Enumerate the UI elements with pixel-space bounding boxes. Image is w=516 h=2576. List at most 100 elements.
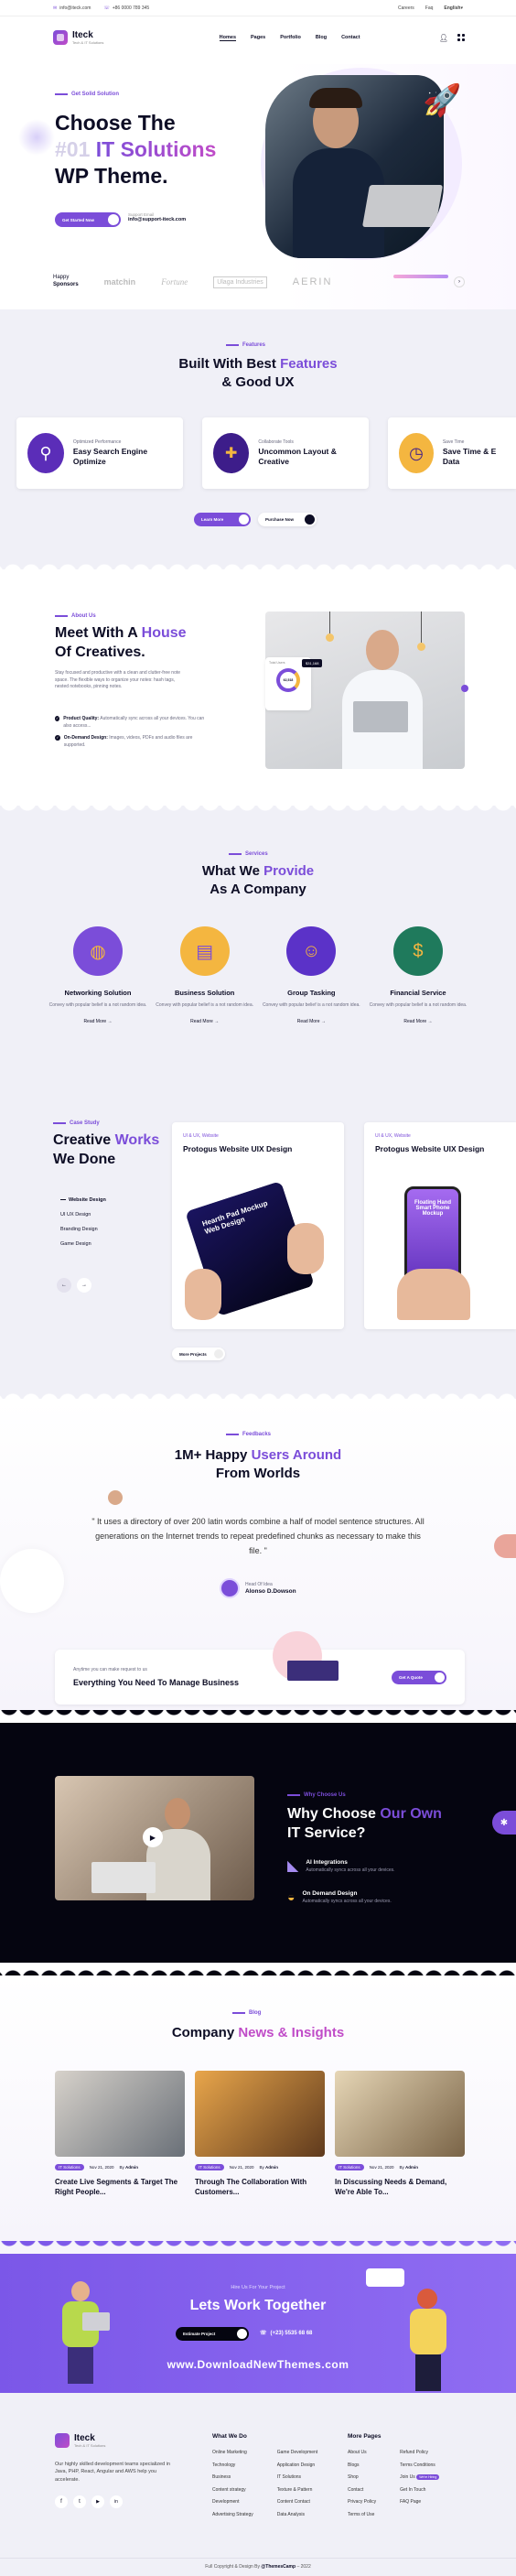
footer-link[interactable]: Online Marketing — [212, 2447, 253, 2460]
read-more-link[interactable]: Read More → — [368, 1019, 468, 1024]
footer-brand[interactable]: Iteck — [74, 2433, 105, 2443]
footer-link[interactable]: Game Development — [277, 2447, 317, 2460]
footer-link[interactable]: Terms of Use — [348, 2509, 376, 2522]
footer-link[interactable]: Blogs — [348, 2460, 376, 2473]
read-more-link[interactable]: Read More → — [155, 1019, 255, 1024]
case-card[interactable]: UI & UX, Website Protogus Website UIX De… — [364, 1122, 516, 1329]
copyright-link[interactable]: @ThemesCamp — [261, 2564, 296, 2570]
footer-link[interactable]: Advertising Strategy — [212, 2509, 253, 2522]
nav-pages[interactable]: Pages — [251, 35, 265, 41]
blog-card[interactable]: IT Solutions Nov 21, 2020 By Admin In Dis… — [335, 2071, 465, 2198]
language-select[interactable]: English — [444, 5, 460, 11]
blog-card[interactable]: IT Solutions Nov 21, 2020 By Admin Create… — [55, 2071, 185, 2198]
rocket-icon: 🚀 — [423, 83, 462, 118]
blog-post-title[interactable]: In Discussing Needs & Demand, We're Able… — [335, 2178, 465, 2198]
footer-link[interactable]: Join Us — [400, 2474, 415, 2480]
sponsor-logo[interactable]: AERIN — [293, 276, 333, 287]
play-icon[interactable]: ▶ — [143, 1827, 163, 1847]
prev-arrow-icon[interactable]: ← — [57, 1278, 71, 1293]
sponsor-logo[interactable]: Ulaga Industries — [213, 276, 267, 288]
logo-icon[interactable] — [53, 30, 68, 45]
feature-card[interactable]: ◷ Save Time Save Time & E Data — [388, 417, 516, 489]
more-projects-button[interactable]: More Projects — [172, 1348, 225, 1360]
search-icon: ⚲ — [27, 433, 64, 473]
support-email[interactable]: info@support-iteck.com — [128, 217, 186, 222]
footer-link[interactable]: Development — [212, 2496, 253, 2509]
check-icon: ✓ — [55, 735, 60, 741]
category-badge[interactable]: IT Solutions — [195, 2164, 224, 2170]
youtube-icon[interactable]: ▶ — [91, 2495, 104, 2508]
footer-link[interactable]: About Us — [348, 2447, 376, 2460]
footer-link[interactable]: Terms Conditions — [400, 2460, 439, 2473]
category-branding-design[interactable]: Branding Design — [60, 1223, 106, 1238]
sponsor-logo[interactable]: matchin — [104, 277, 136, 287]
service-card[interactable]: ☺ Group Tasking Convey with popular beli… — [261, 926, 361, 1024]
category-uiux-design[interactable]: UI UX Design — [60, 1208, 106, 1223]
nav-contact[interactable]: Contact — [341, 35, 360, 41]
learn-more-button[interactable]: Learn More — [194, 513, 251, 526]
linkedin-icon[interactable]: in — [110, 2495, 123, 2508]
brand-tagline: Tech & IT Solutions — [72, 40, 104, 45]
blog-post-title[interactable]: Through The Collaboration With Customers… — [195, 2178, 325, 2198]
footer-link[interactable]: Shop — [348, 2472, 376, 2484]
category-game-design[interactable]: Game Design — [60, 1238, 106, 1252]
footer-link[interactable]: Data Analysis — [277, 2509, 317, 2522]
footer-link[interactable]: Content strategy — [212, 2484, 253, 2497]
sponsors: Happy Sponsors matchin Fortune Ulaga Ind… — [53, 264, 465, 300]
brand-name[interactable]: Iteck — [72, 30, 103, 40]
estimate-project-button[interactable]: Estimate Project — [176, 2327, 249, 2341]
category-badge[interactable]: IT Solutions — [335, 2164, 364, 2170]
footer-link[interactable]: Technology — [212, 2460, 253, 2473]
footer-link[interactable]: Business — [212, 2472, 253, 2484]
facebook-icon[interactable]: f — [55, 2495, 68, 2508]
nav-homes[interactable]: Homes — [219, 35, 237, 41]
sponsor-logo[interactable]: Fortune — [161, 277, 188, 287]
next-arrow-icon[interactable]: › — [454, 276, 465, 287]
footer-link[interactable]: Get In Touch — [400, 2484, 439, 2497]
category-website-design[interactable]: Website Design — [60, 1194, 106, 1208]
top-link-careers[interactable]: Careers — [398, 5, 414, 11]
top-link-faq[interactable]: Faq — [425, 5, 434, 11]
person-illustration — [403, 2289, 457, 2391]
services-section: Services What We Provide As A Company ◍ … — [0, 818, 516, 1084]
features-section: Features Built With Best Features & Good… — [0, 309, 516, 557]
top-email[interactable]: info@iteck.com — [59, 5, 91, 11]
footer-link[interactable]: Contact — [348, 2484, 376, 2497]
twitter-icon[interactable]: t — [73, 2495, 86, 2508]
feature-card[interactable]: ✚ Collaborate Tools Uncommon Layout & Cre… — [202, 417, 369, 489]
get-started-button[interactable]: Get Started Now — [55, 212, 121, 227]
footer-link[interactable]: Texture & Pattern — [277, 2484, 317, 2497]
service-card[interactable]: ▤ Business Solution Convey with popular … — [155, 926, 255, 1024]
feature-card[interactable]: ⚲ Optimized Performance Easy Search Engin… — [16, 417, 183, 489]
top-phone[interactable]: +86 0000 789 345 — [113, 5, 149, 11]
cta-phone[interactable]: (+23) 5535 68 68 — [271, 2331, 313, 2336]
blog-post-title[interactable]: Create Live Segments & Target The Right … — [55, 2178, 185, 2198]
gear-icon[interactable]: ✱ — [492, 1811, 516, 1835]
footer-link[interactable]: IT Solutions — [277, 2472, 317, 2484]
social-links: f t ▶ in — [55, 2495, 123, 2508]
next-arrow-icon[interactable]: → — [77, 1278, 91, 1293]
finance-icon: $ — [392, 926, 443, 976]
purchase-now-button[interactable]: Purchase Now — [258, 513, 317, 526]
nav-portfolio[interactable]: Portfolio — [280, 35, 301, 41]
grid-menu-icon[interactable] — [457, 34, 465, 41]
user-icon[interactable]: 👤︎ — [439, 34, 448, 42]
footer-link[interactable]: FAQ Page — [400, 2496, 439, 2509]
avatar — [220, 1578, 240, 1598]
blog-card[interactable]: IT Solutions Nov 21, 2020 By Admin Throug… — [195, 2071, 325, 2198]
footer-link[interactable]: Refund Policy — [400, 2447, 439, 2460]
footer-link[interactable]: Application Design — [277, 2460, 317, 2473]
service-card[interactable]: ◍ Networking Solution Convey with popula… — [48, 926, 148, 1024]
footer-link[interactable]: Privacy Policy — [348, 2496, 376, 2509]
read-more-link[interactable]: Read More → — [48, 1019, 148, 1024]
nav-blog[interactable]: Blog — [316, 35, 327, 41]
blog-image — [195, 2071, 325, 2157]
read-more-link[interactable]: Read More → — [261, 1019, 361, 1024]
footer-link[interactable]: Content Contact — [277, 2496, 317, 2509]
case-card[interactable]: UI & UX, Website Protogus Website UIX De… — [172, 1122, 344, 1329]
service-card[interactable]: $ Financial Service Convey with popular … — [368, 926, 468, 1024]
get-quote-button[interactable]: Get A Quote — [392, 1670, 446, 1684]
logo-icon[interactable] — [55, 2433, 70, 2448]
chevron-down-icon: ▾ — [460, 5, 463, 11]
category-badge[interactable]: IT Solutions — [55, 2164, 84, 2170]
